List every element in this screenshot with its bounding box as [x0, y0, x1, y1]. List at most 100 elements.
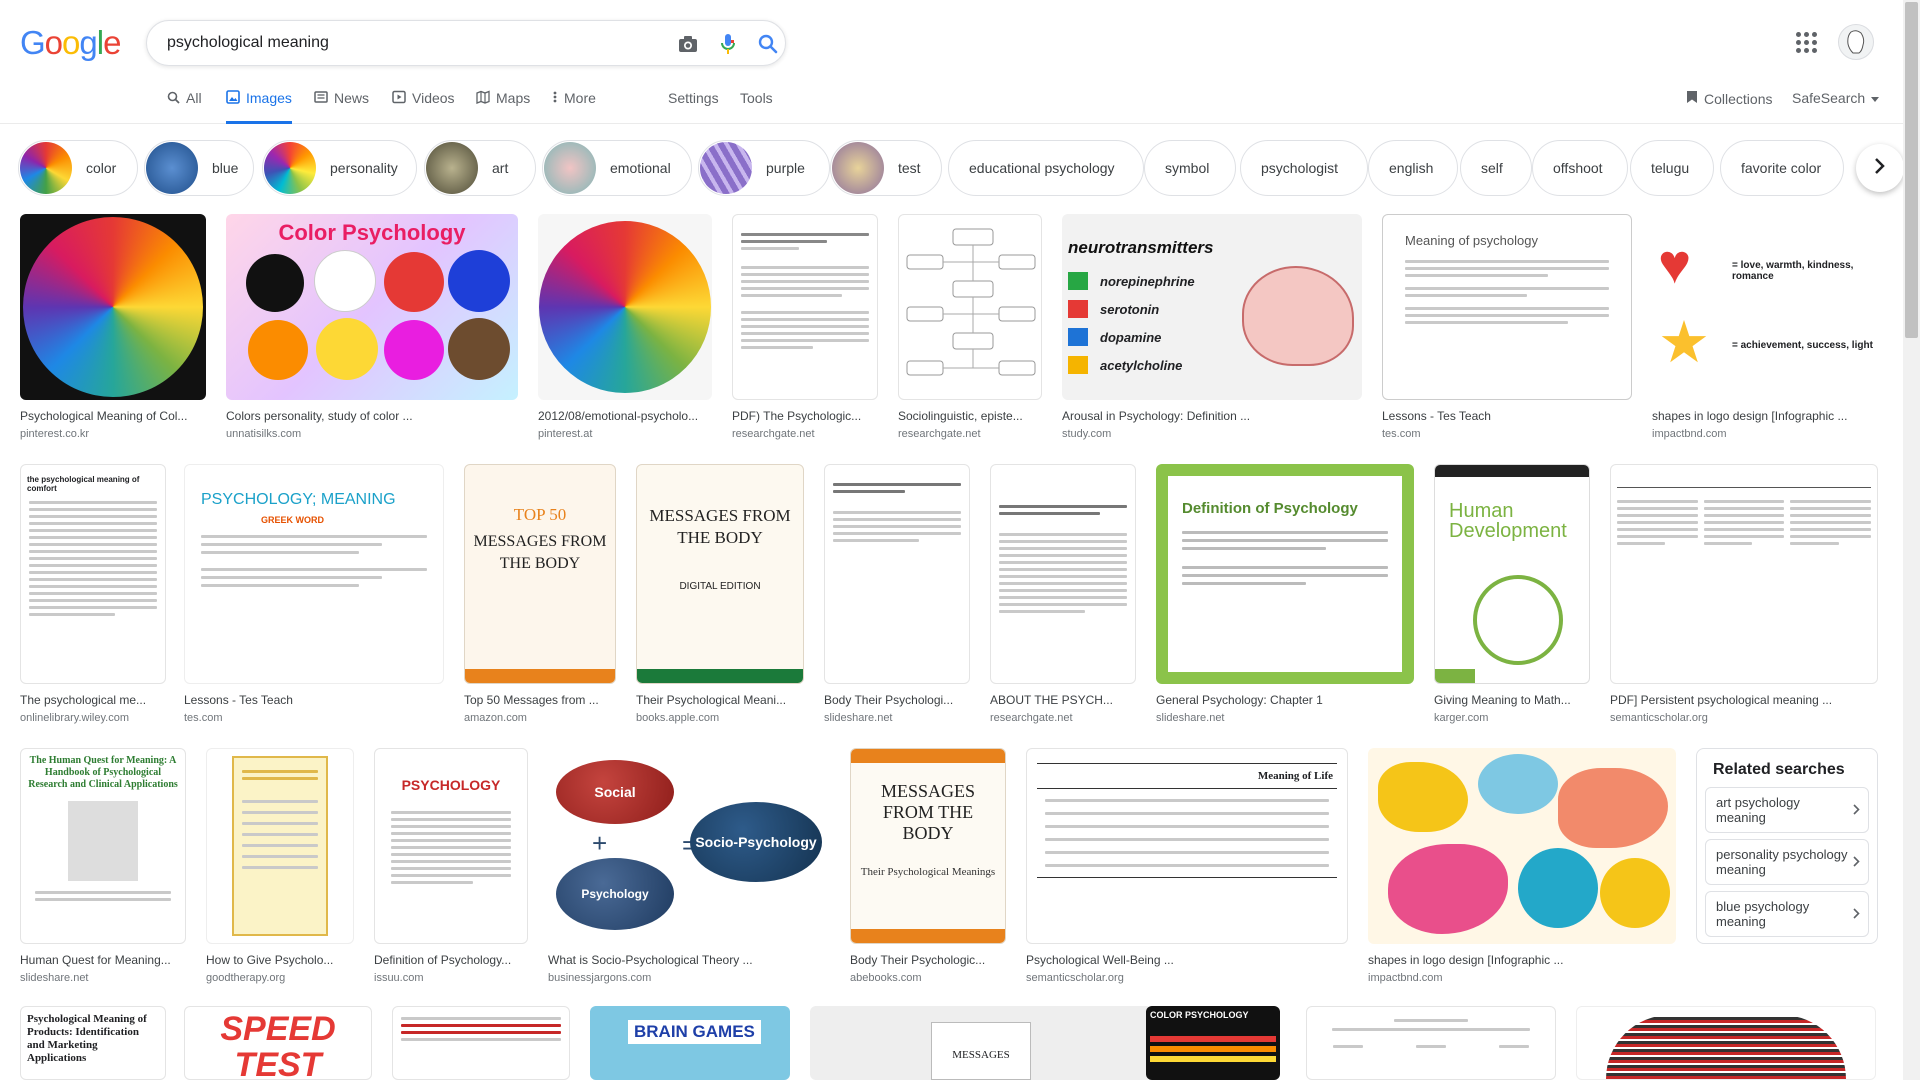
result-title: Body Their Psychologic... — [850, 953, 986, 967]
image-result[interactable]: Body Their Psychologi... slideshare.net — [824, 464, 970, 725]
google-logo[interactable]: Google — [20, 24, 121, 62]
image-result[interactable]: MESSAGES FROM THE BODY DIGITAL EDITION T… — [636, 464, 804, 725]
image-result[interactable]: Psychological Meaning of Products: Ident… — [20, 1006, 166, 1080]
chip-english[interactable]: english — [1368, 140, 1458, 196]
image-result[interactable]: COLOR PSYCHOLOGY — [1146, 1006, 1280, 1080]
result-title: Human Quest for Meaning... — [20, 953, 171, 967]
chip-blue[interactable]: blue — [144, 140, 254, 196]
collections-link[interactable]: Collections — [1686, 90, 1772, 107]
image-result[interactable]: ♥ ★ = love, warmth, kindness, romance = … — [1652, 214, 1878, 441]
image-result[interactable] — [392, 1006, 570, 1080]
chip-label: emotional — [610, 160, 671, 176]
image-result[interactable]: PSYCHOLOGY; MEANING GREEK WORD Lessons -… — [184, 464, 444, 725]
image-result[interactable]: TOP 50 MESSAGES FROM THE BODY Top 50 Mes… — [464, 464, 616, 725]
chip-psychologist[interactable]: psychologist — [1240, 140, 1368, 196]
chip-favorite-color[interactable]: favorite color — [1720, 140, 1844, 196]
image-result[interactable]: Psychological Meaning of Col... pinteres… — [20, 214, 206, 441]
image-result[interactable] — [1576, 1006, 1876, 1080]
tab-videos[interactable]: Videos — [392, 90, 455, 124]
tools-label: Tools — [740, 90, 773, 106]
chip-purple[interactable]: purple — [698, 140, 830, 196]
result-source: study.com — [1062, 428, 1112, 440]
image-result[interactable]: PSYCHOLOGY Definition of Psychology... i… — [374, 748, 528, 985]
settings-link[interactable]: Settings — [668, 90, 719, 106]
related-searches-title: Related searches — [1713, 761, 1845, 778]
safesearch-menu[interactable]: SafeSearch — [1792, 90, 1880, 106]
tools-link[interactable]: Tools — [740, 90, 773, 106]
safesearch-label: SafeSearch — [1792, 90, 1866, 106]
image-result[interactable]: SPEED TEST — [184, 1006, 372, 1080]
tab-maps[interactable]: Maps — [476, 90, 530, 124]
related-search-item[interactable]: personality psychology meaning — [1705, 839, 1869, 885]
chip-emotional[interactable]: emotional — [542, 140, 692, 196]
camera-icon[interactable] — [675, 31, 701, 57]
collections-label: Collections — [1704, 90, 1773, 107]
image-result[interactable]: Sociolinguistic, episte... researchgate.… — [898, 214, 1042, 441]
related-search-item[interactable]: blue psychology meaning — [1705, 891, 1869, 937]
thumbnail-title: Human Development — [1449, 500, 1567, 542]
google-apps-icon[interactable] — [1794, 30, 1818, 54]
image-result[interactable]: shapes in logo design [Infographic ... i… — [1368, 748, 1676, 985]
related-search-label: art psychology meaning — [1716, 795, 1800, 825]
related-search-label: blue psychology meaning — [1716, 899, 1810, 929]
chip-label: educational psychology — [969, 160, 1115, 176]
image-result[interactable]: Definition of Psychology General Psychol… — [1156, 464, 1414, 725]
result-thumbnail: TOP 50 MESSAGES FROM THE BODY — [464, 464, 616, 684]
image-result[interactable]: ABOUT THE PSYCH... researchgate.net — [990, 464, 1136, 725]
chip-art[interactable]: art — [424, 140, 536, 196]
chip-educational-psychology[interactable]: educational psychology — [948, 140, 1144, 196]
result-source: unnatisilks.com — [226, 428, 302, 440]
image-result[interactable]: PDF] Persistent psychological meaning ..… — [1610, 464, 1878, 725]
thumbnail-subtitle: MESSAGES FROM THE BODY — [473, 533, 607, 572]
result-thumbnail — [1610, 464, 1878, 684]
result-source: amazon.com — [464, 712, 527, 724]
image-result[interactable]: Color Psychology Colors personality, stu… — [226, 214, 518, 441]
chips-next-button[interactable] — [1856, 144, 1904, 192]
image-result[interactable]: Human Development Giving Meaning to Math… — [1434, 464, 1590, 725]
scrollbar-thumb[interactable] — [1905, 2, 1918, 338]
page-scrollbar[interactable] — [1903, 0, 1920, 1080]
chip-color[interactable]: color — [18, 140, 138, 196]
image-result[interactable]: neurotransmitters norepinephrine seroton… — [1062, 214, 1362, 441]
image-result[interactable]: PDF) The Psychologic... researchgate.net — [732, 214, 878, 441]
image-result[interactable]: the psychological meaning of comfort The… — [20, 464, 166, 725]
chevron-right-icon — [1853, 803, 1860, 818]
tab-news[interactable]: News — [314, 90, 369, 124]
chip-personality[interactable]: personality — [262, 140, 417, 196]
image-result[interactable]: BRAIN GAMES — [590, 1006, 790, 1080]
tab-label: News — [334, 90, 370, 106]
chip-thumbnail — [264, 142, 316, 194]
account-avatar[interactable] — [1838, 24, 1874, 60]
result-source: slideshare.net — [1156, 712, 1225, 724]
chip-thumbnail — [700, 142, 752, 194]
microphone-icon[interactable] — [715, 31, 741, 57]
chip-test[interactable]: test — [830, 140, 942, 196]
image-result[interactable]: Social + Psychology = Socio-Psychology W… — [548, 748, 830, 985]
image-result[interactable]: Meaning of Life Psychological Well-Being… — [1026, 748, 1348, 985]
thumbnail-text: dopamine — [1100, 330, 1162, 345]
image-result[interactable] — [1306, 1006, 1556, 1080]
tab-more[interactable]: More — [552, 90, 596, 124]
thumbnail-subtitle: DIGITAL EDITION — [679, 581, 761, 592]
image-result[interactable]: 2012/08/emotional-psycholo... pinterest.… — [538, 214, 712, 441]
image-result[interactable]: MESSAGES — [810, 1006, 1152, 1080]
thumbnail-title: Meaning of Life — [1257, 770, 1333, 782]
thumbnail-text: acetylcholine — [1100, 358, 1183, 373]
video-icon — [392, 90, 406, 104]
tab-images[interactable]: Images — [226, 90, 292, 124]
chip-offshoot[interactable]: offshoot — [1532, 140, 1628, 196]
image-result[interactable]: Meaning of psychology Lessons - Tes Teac… — [1382, 214, 1632, 441]
image-result[interactable]: The Human Quest for Meaning: A Handbook … — [20, 748, 186, 985]
search-input[interactable] — [167, 31, 627, 55]
chip-self[interactable]: self — [1460, 140, 1532, 196]
image-result[interactable]: How to Give Psycholo... goodtherapy.org — [206, 748, 354, 985]
result-title: Sociolinguistic, episte... — [898, 409, 1023, 423]
tab-all[interactable]: All — [166, 90, 202, 124]
chip-symbol[interactable]: symbol — [1144, 140, 1236, 196]
chip-thumbnail — [832, 142, 884, 194]
thumbnail-title: Definition of Psychology — [1182, 500, 1358, 517]
search-icon[interactable] — [755, 31, 781, 57]
image-result[interactable]: MESSAGES FROM THE BODY Their Psychologic… — [850, 748, 1006, 985]
chip-telugu[interactable]: telugu — [1630, 140, 1714, 196]
related-search-item[interactable]: art psychology meaning — [1705, 787, 1869, 833]
